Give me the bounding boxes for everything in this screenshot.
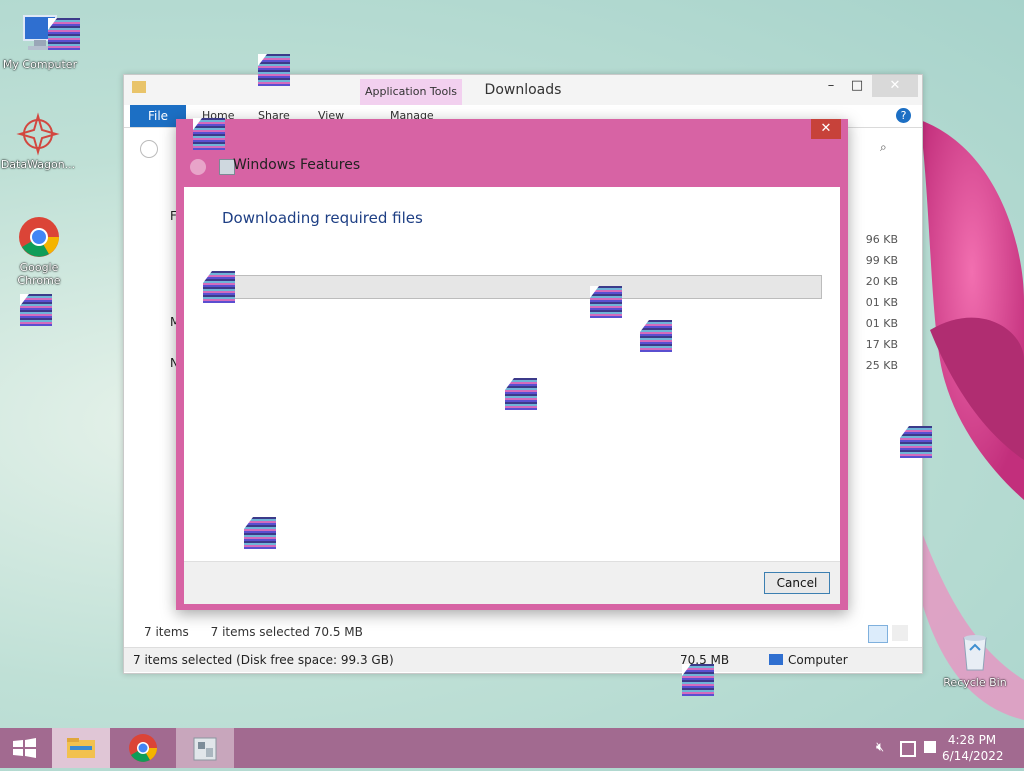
help-icon[interactable]: ? [896, 108, 911, 123]
windows-logo-icon [13, 738, 36, 758]
download-progress-bar [204, 275, 822, 299]
clock-date: 6/14/2022 [942, 749, 1004, 763]
explorer-titlebar[interactable]: Application Tools Downloads – □ ✕ [124, 75, 922, 105]
file-size: 25 KB [865, 359, 898, 372]
cursor-artifact [505, 378, 537, 410]
file-size: 20 KB [865, 275, 898, 288]
desktop-icon-label: DataWagon... [0, 158, 76, 171]
desktop-icon-label: My Computer [2, 58, 78, 71]
desktop-icon-label: Google Chrome [17, 261, 61, 287]
action-center-icon[interactable] [924, 741, 936, 753]
large-icons-view-icon[interactable] [892, 625, 908, 641]
cursor-artifact [48, 18, 80, 50]
file-explorer-icon [67, 738, 95, 758]
dialog-heading: Downloading required files [222, 209, 423, 227]
taskbar-file-explorer[interactable] [52, 728, 110, 768]
file-size: 96 KB [865, 233, 898, 246]
clock-time: 4:28 PM [947, 733, 997, 747]
desktop-icon-label: Recycle Bin [943, 676, 1007, 689]
file-size: 17 KB [865, 338, 898, 351]
taskbar: 🔇︎ 4:28 PM 6/14/2022 [0, 728, 1024, 768]
cursor-artifact [258, 54, 290, 86]
chrome-icon [17, 215, 61, 259]
desktop-icon-datawagon[interactable]: DataWagon... [0, 112, 76, 171]
cursor-artifact [244, 517, 276, 549]
close-icon[interactable]: ✕ [872, 75, 918, 97]
cancel-button[interactable]: Cancel [764, 572, 830, 594]
cursor-artifact [682, 664, 714, 696]
cursor-artifact [203, 271, 235, 303]
file-size: 01 KB [865, 317, 898, 330]
file-size: 99 KB [865, 254, 898, 267]
selection-info: 7 items selected 70.5 MB [210, 625, 363, 639]
status-disk-space: 7 items selected (Disk free space: 99.3 … [133, 653, 394, 667]
clock[interactable]: 4:28 PM 6/14/2022 [942, 732, 1004, 764]
item-status: 7 items 7 items selected 70.5 MB [144, 625, 363, 639]
cursor-artifact [640, 320, 672, 352]
cursor-artifact [20, 294, 52, 326]
computer-icon [769, 654, 783, 665]
file-size: 01 KB [865, 296, 898, 309]
explorer-statusbar: 7 items selected (Disk free space: 99.3 … [124, 647, 922, 672]
network-icon[interactable] [900, 741, 916, 757]
cursor-artifact [193, 118, 225, 150]
windows-features-dialog[interactable]: ✕ Windows Features Downloading required … [176, 119, 848, 610]
cursor-artifact [590, 286, 622, 318]
search-icon[interactable]: ⌕ [880, 140, 887, 155]
windows-features-icon [193, 737, 217, 761]
volume-muted-icon[interactable]: 🔇︎ [876, 740, 884, 755]
status-location: Computer [788, 653, 848, 667]
taskbar-windows-features[interactable] [176, 728, 234, 768]
dialog-footer: Cancel [184, 561, 840, 604]
taskbar-chrome[interactable] [114, 728, 172, 768]
item-count: 7 items [144, 625, 189, 639]
dialog-close-icon[interactable]: ✕ [811, 119, 841, 139]
details-view-icon[interactable] [868, 625, 888, 643]
back-arrow-icon[interactable] [190, 159, 206, 175]
chrome-icon [129, 734, 157, 762]
start-button[interactable] [0, 728, 58, 768]
dialog-title: Windows Features [233, 157, 361, 173]
cursor-artifact [900, 426, 932, 458]
file-size-column: 96 KB 99 KB 20 KB 01 KB 01 KB 17 KB 25 K… [842, 229, 898, 376]
desktop-icon-chrome[interactable]: Google Chrome [1, 215, 77, 287]
datawagon-icon [16, 112, 60, 156]
back-icon[interactable] [140, 140, 158, 158]
window-title: Downloads [484, 82, 562, 98]
desktop-icon-recycle-bin[interactable]: Recycle Bin [937, 630, 1013, 689]
dialog-body: Downloading required files [184, 187, 840, 561]
recycle-bin-icon [953, 630, 997, 674]
